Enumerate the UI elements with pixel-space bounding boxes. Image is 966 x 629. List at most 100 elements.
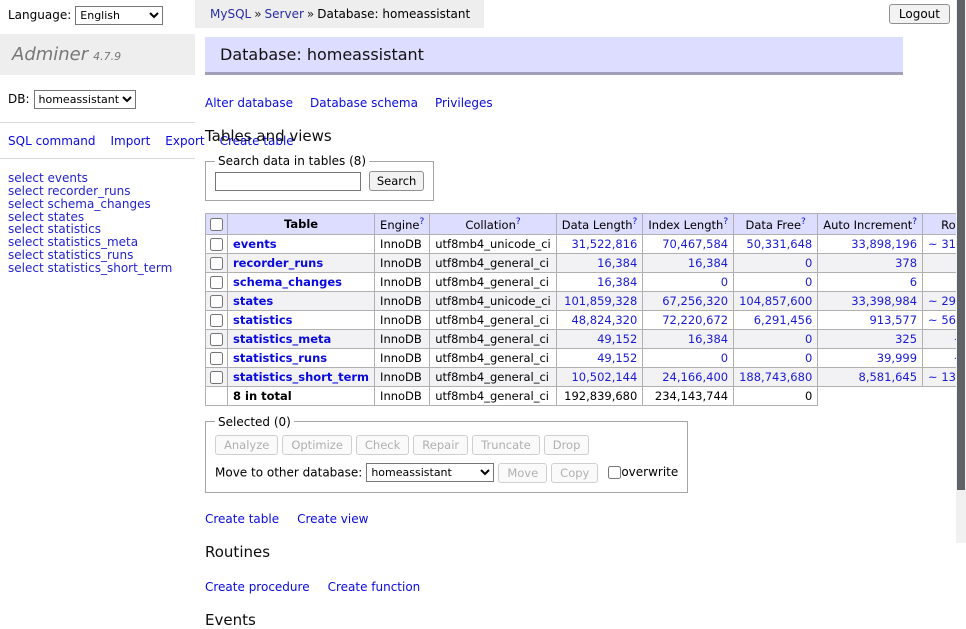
row-checkbox-statistics-meta[interactable] [210,333,223,346]
index_length-value-link[interactable]: 72,220,672 [662,313,728,327]
search-button[interactable]: Search [369,171,425,191]
create-procedure-link[interactable]: Create procedure [205,580,310,594]
table-link-statistics[interactable]: statistics [233,313,293,327]
data_length-value-link[interactable]: 49,152 [597,351,637,365]
table-link-events[interactable]: events [233,237,277,251]
data_free-value-link[interactable]: 0 [805,332,812,346]
data_free-value-link[interactable]: 0 [805,275,812,289]
sidebar-item-statistics-short-term[interactable]: select statistics_short_term [8,262,187,275]
row-checkbox-statistics-short-term[interactable] [210,371,223,384]
table-link-statistics-runs[interactable]: statistics_runs [233,351,327,365]
index_length-value-link[interactable]: 16,384 [688,332,728,346]
col-data_free: 188,743,680 [734,367,818,386]
create-function-link[interactable]: Create function [328,580,421,594]
data_free-value-link[interactable]: 0 [805,351,812,365]
data_free-value-link[interactable]: 50,331,648 [746,237,812,251]
drop-button[interactable]: Drop [544,435,590,455]
help-icon[interactable]: ? [912,217,917,227]
row-checkbox-statistics-runs[interactable] [210,352,223,365]
auto_increment-value-link[interactable]: 325 [895,332,917,346]
create-table-link[interactable]: Create table [205,512,279,526]
alter-database-link[interactable]: Alter database [205,96,293,110]
data_length-value-link[interactable]: 48,824,320 [571,313,637,327]
col-table: statistics_short_term [228,367,375,386]
table-link-states[interactable]: states [233,294,273,308]
move-row: Move to other database:homeassistantMove… [215,463,678,483]
sidebar-link-import[interactable]: Import [110,134,150,148]
row-checkbox-states[interactable] [210,295,223,308]
data_free-value-link[interactable]: 6,291,456 [754,313,813,327]
table-link-statistics-meta[interactable]: statistics_meta [233,332,331,346]
row-checkbox-cell [206,310,228,329]
move-db-select[interactable]: homeassistant [366,463,494,482]
row-checkbox-events[interactable] [210,238,223,251]
privileges-link[interactable]: Privileges [435,96,493,110]
data_length-value-link[interactable]: 16,384 [597,275,637,289]
col-table: statistics_runs [228,348,375,367]
index_length-value-link[interactable]: 0 [721,275,728,289]
move-button[interactable]: Move [498,463,547,483]
search-input[interactable] [215,172,361,191]
breadcrumb: MySQL»Server»Database: homeassistant [195,0,484,28]
database-schema-link[interactable]: Database schema [310,96,418,110]
index_length-value-link[interactable]: 24,166,400 [662,370,728,384]
row-checkbox-cell [206,272,228,291]
scrollbar-track[interactable] [956,0,966,543]
data_free-value-link[interactable]: 188,743,680 [739,370,812,384]
col-auto_increment: 6 [818,272,923,291]
analyze-button[interactable]: Analyze [215,435,278,455]
row-checkbox-cell [206,329,228,348]
help-icon[interactable]: ? [723,217,728,227]
sidebar-item-recorder-runs[interactable]: select recorder_runs [8,185,187,198]
sidebar-link-sql-command[interactable]: SQL command [8,134,95,148]
table-link-recorder-runs[interactable]: recorder_runs [233,256,323,270]
data_length-value-link[interactable]: 31,522,816 [571,237,637,251]
sidebar-item-statistics-runs[interactable]: select statistics_runs [8,249,187,262]
data_length-value-link[interactable]: 49,152 [597,332,637,346]
sidebar-item-schema-changes[interactable]: select schema_changes [8,198,187,211]
auto_increment-value-link[interactable]: 33,898,196 [851,237,917,251]
data_free-value-link[interactable]: 104,857,600 [739,294,812,308]
select-all-checkbox[interactable] [210,218,223,231]
breadcrumb-link-mysql[interactable]: MySQL [210,7,251,21]
language-select[interactable]: English [75,6,163,25]
data_length-value-link[interactable]: 10,502,144 [571,370,637,384]
table-link-statistics-short-term[interactable]: statistics_short_term [233,370,369,384]
auto_increment-value-link[interactable]: 33,398,984 [851,294,917,308]
logout-button[interactable]: Logout [889,4,950,24]
table-row: statisticsInnoDButf8mb4_general_ci48,824… [206,310,966,329]
data_free-value-link[interactable]: 0 [805,256,812,270]
auto_increment-value-link[interactable]: 913,577 [869,313,917,327]
overwrite-checkbox[interactable] [608,466,621,479]
optimize-button[interactable]: Optimize [282,435,352,455]
help-icon[interactable]: ? [633,217,638,227]
col-engine: InnoDB [375,272,430,291]
breadcrumb-link-server[interactable]: Server [265,7,304,21]
row-checkbox-recorder-runs[interactable] [210,257,223,270]
truncate-button[interactable]: Truncate [472,435,540,455]
db-select[interactable]: homeassistant [34,90,136,109]
check-button[interactable]: Check [356,435,409,455]
row-checkbox-schema-changes[interactable] [210,276,223,289]
auto_increment-value-link[interactable]: 39,999 [877,351,917,365]
repair-button[interactable]: Repair [413,435,468,455]
help-icon[interactable]: ? [801,217,806,227]
help-icon[interactable]: ? [419,217,424,227]
copy-button[interactable]: Copy [551,463,598,483]
auto_increment-value-link[interactable]: 378 [895,256,917,270]
table-row: statesInnoDButf8mb4_unicode_ci101,859,32… [206,291,966,310]
row-checkbox-statistics[interactable] [210,314,223,327]
index_length-value-link[interactable]: 16,384 [688,256,728,270]
data_length-value-link[interactable]: 101,859,328 [564,294,637,308]
table-link-schema-changes[interactable]: schema_changes [233,275,342,289]
col-data_length: 16,384 [556,272,643,291]
index_length-value-link[interactable]: 70,467,584 [662,237,728,251]
create-view-link[interactable]: Create view [297,512,368,526]
index_length-value-link[interactable]: 67,256,320 [662,294,728,308]
auto_increment-value-link[interactable]: 6 [910,275,917,289]
scrollbar-thumb[interactable] [957,0,965,490]
data_length-value-link[interactable]: 16,384 [597,256,637,270]
auto_increment-value-link[interactable]: 8,581,645 [859,370,918,384]
help-icon[interactable]: ? [516,217,521,227]
index_length-value-link[interactable]: 0 [721,351,728,365]
